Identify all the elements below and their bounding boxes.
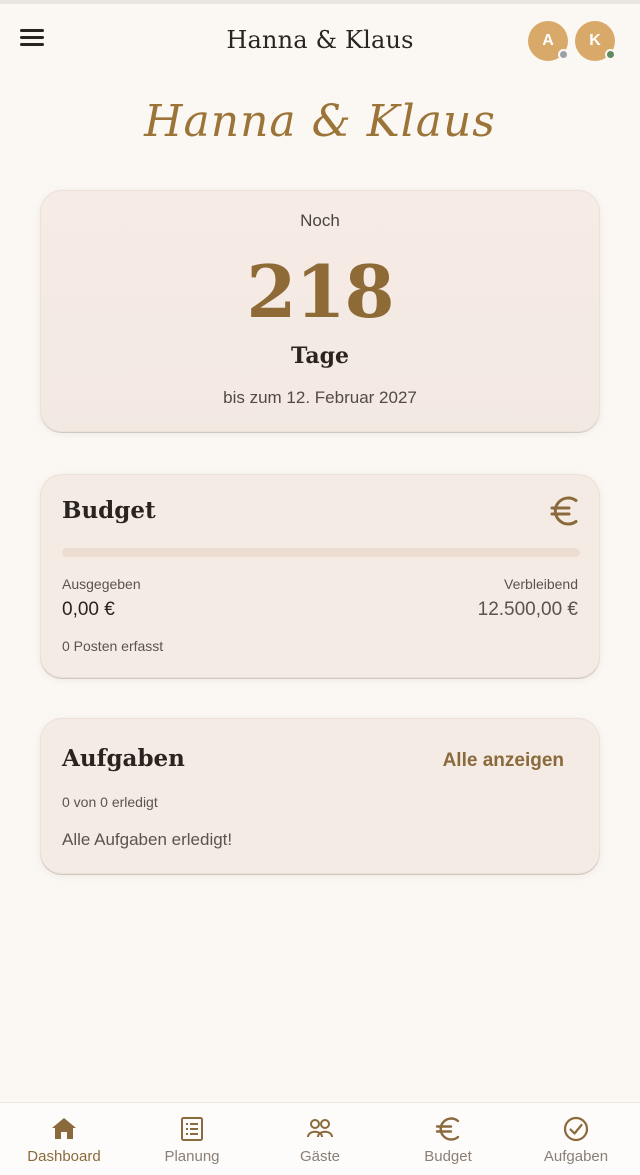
countdown-date: bis zum 12. Februar 2027 <box>223 388 417 407</box>
remaining-label: Verbleibend <box>504 576 578 592</box>
guests-icon <box>307 1119 333 1138</box>
tasks-card: Aufgaben Alle anzeigen 0 von 0 erledigt … <box>40 718 600 874</box>
avatar-k[interactable]: K <box>575 21 616 61</box>
countdown-card: Noch 218 Tage bis zum 12. Februar 2027 <box>40 190 600 432</box>
status-dot <box>605 49 616 60</box>
budget-progress-bar <box>62 548 580 557</box>
avatar-a[interactable]: A <box>528 21 569 61</box>
nav-aufgaben[interactable]: Aufgaben <box>512 1103 640 1175</box>
countdown-days: 218 <box>246 249 394 334</box>
euro-icon <box>435 1117 460 1141</box>
nav-budget[interactable]: Budget <box>384 1103 512 1175</box>
nav-label: Dashboard <box>27 1148 101 1165</box>
show-all-tasks-link[interactable]: Alle anzeigen <box>443 750 564 772</box>
check-circle-icon <box>563 1116 589 1142</box>
avatar-initial: K <box>589 32 601 49</box>
countdown-unit: Tage <box>291 343 349 369</box>
euro-icon <box>550 496 578 526</box>
spent-label: Ausgegeben <box>62 576 141 592</box>
list-icon <box>181 1117 203 1141</box>
spent-value: 0,00 € <box>62 599 115 620</box>
nav-label: Gäste <box>299 1148 341 1165</box>
budget-title: Budget <box>62 497 156 524</box>
status-dot <box>558 49 569 60</box>
app-header: Hanna & Klaus A K <box>0 4 640 80</box>
nav-label: Aufgaben <box>543 1148 609 1165</box>
nav-planung[interactable]: Planung <box>128 1103 256 1175</box>
bottom-navigation: Dashboard Planung Gäste Budget Aufgaben <box>0 1102 640 1175</box>
remaining-value: 12.500,00 € <box>477 599 578 620</box>
avatar-initial: A <box>542 32 554 49</box>
nav-label: Planung <box>164 1148 220 1165</box>
budget-items-count: 0 Posten erfasst <box>62 638 164 654</box>
nav-dashboard[interactable]: Dashboard <box>0 1103 128 1175</box>
tasks-count: 0 von 0 erledigt <box>62 794 158 810</box>
budget-card[interactable]: Budget Ausgegeben Verbleibend 0,00 € 12.… <box>40 474 600 678</box>
nav-gaeste[interactable]: Gäste <box>256 1103 384 1175</box>
home-icon <box>52 1118 76 1139</box>
couple-script-title: Hanna & Klaus <box>144 96 496 147</box>
tasks-title: Aufgaben <box>62 745 185 772</box>
tasks-empty-message: Alle Aufgaben erledigt! <box>62 830 233 849</box>
nav-label: Budget <box>424 1148 472 1165</box>
countdown-prefix: Noch <box>300 211 340 230</box>
